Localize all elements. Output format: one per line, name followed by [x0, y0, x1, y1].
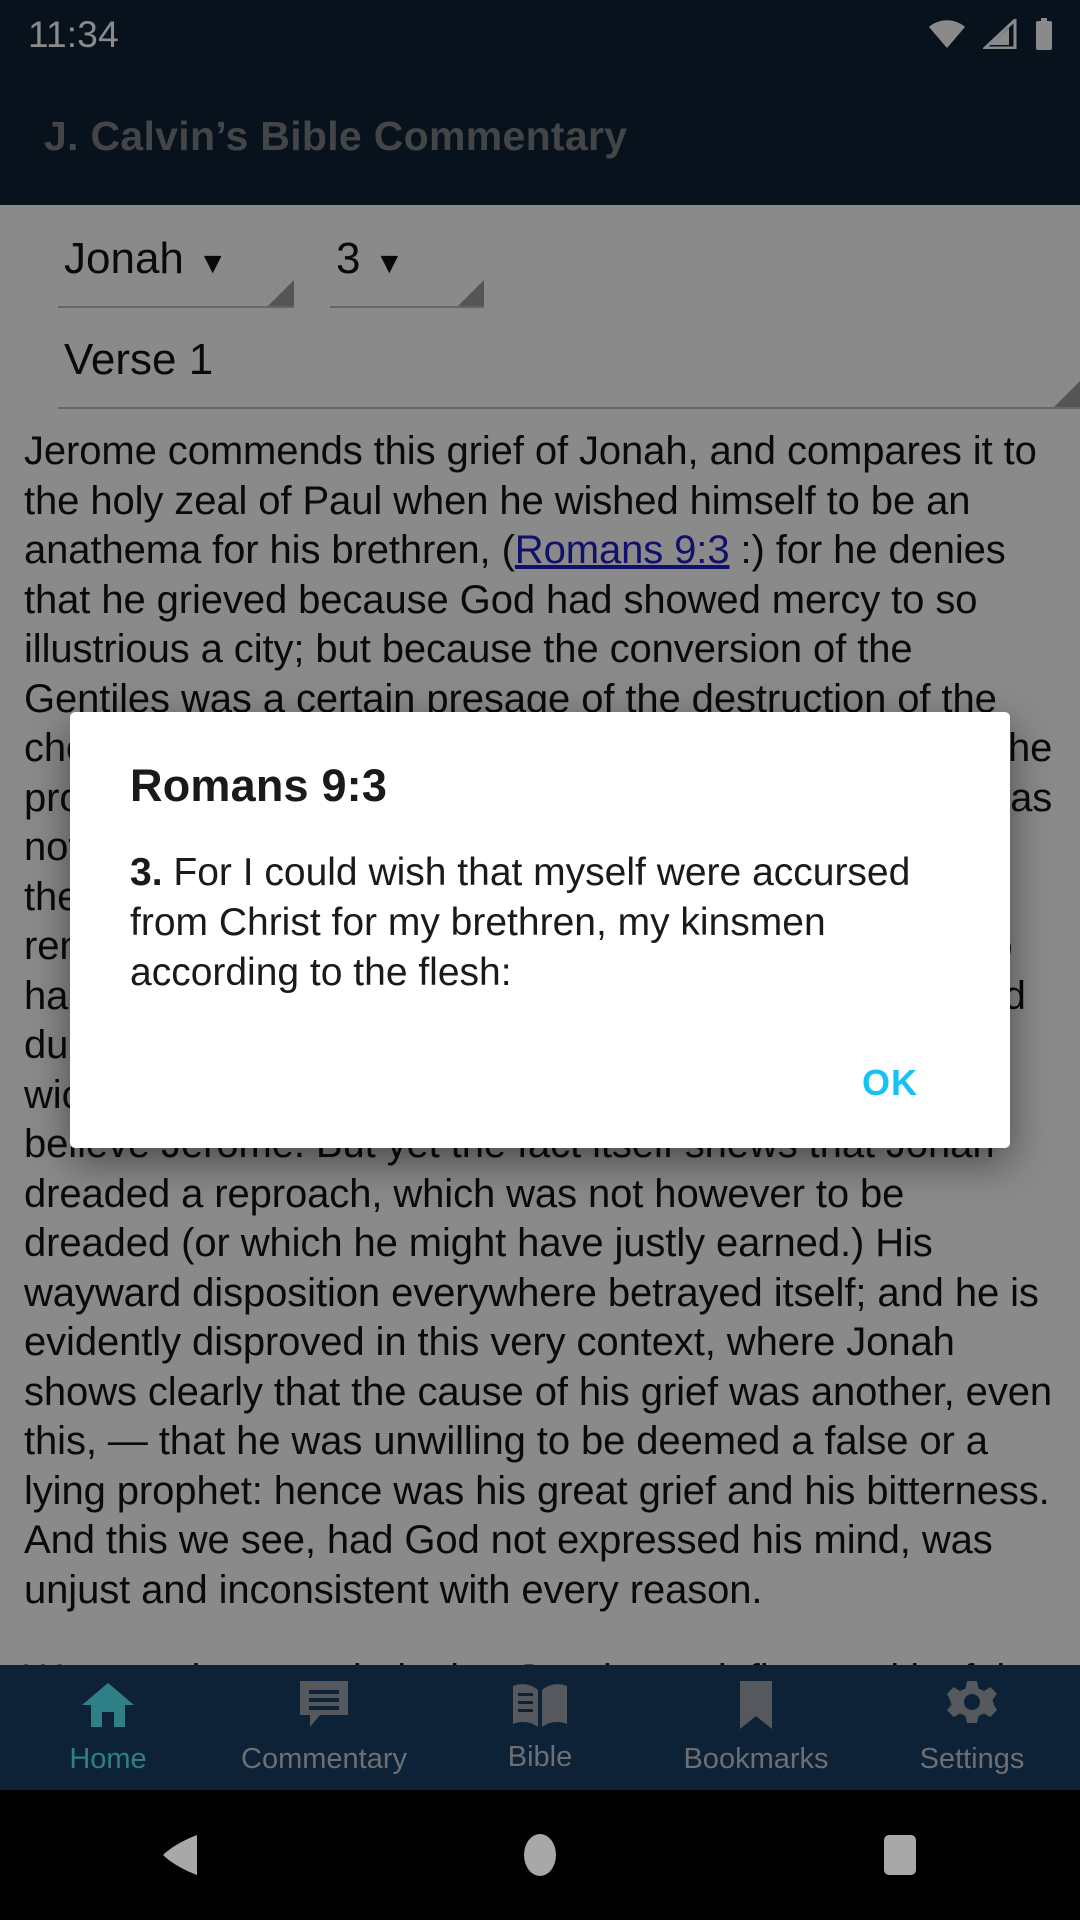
commentary-paragraph-2: We may then conclude that Jonah was infl… — [24, 1655, 1056, 1665]
back-triangle-icon — [163, 1835, 197, 1875]
nav-item-settings[interactable]: Settings — [864, 1679, 1080, 1776]
nav-label-home: Home — [69, 1743, 147, 1775]
battery-icon — [1036, 18, 1052, 50]
verse-reference-link[interactable]: Romans 9:3 — [515, 528, 730, 572]
system-back-button[interactable] — [100, 1790, 260, 1920]
status-clock: 11:34 — [28, 13, 119, 55]
book-spinner-value: Jonah — [64, 234, 184, 283]
app-bar: J. Calvin’s Bible Commentary — [0, 68, 1080, 205]
nav-label-bible: Bible — [507, 1741, 573, 1773]
status-icons — [928, 18, 1054, 50]
book-spinner[interactable]: Jonah ▼ — [58, 223, 294, 308]
verse-spinner[interactable]: Verse 1 — [58, 324, 1080, 409]
chevron-down-icon: ▼ — [374, 247, 405, 280]
chat-bubble-icon — [300, 1681, 348, 1727]
selector-row: Jonah ▼ 3 ▼ — [0, 205, 1080, 308]
gear-icon — [947, 1681, 997, 1723]
bookmark-icon — [740, 1681, 772, 1729]
dialog-title: Romans 9:3 — [130, 760, 388, 811]
system-recents-button[interactable] — [820, 1790, 980, 1920]
wifi-icon — [929, 20, 965, 48]
nav-label-bookmarks: Bookmarks — [683, 1743, 829, 1775]
dialog-action-row: OK — [130, 1044, 950, 1148]
ok-button[interactable]: OK — [840, 1044, 940, 1122]
home-circle-icon — [524, 1834, 556, 1876]
cellular-signal-icon — [983, 19, 1017, 49]
nav-item-bookmarks[interactable]: Bookmarks — [648, 1679, 864, 1776]
nav-item-commentary[interactable]: Commentary — [216, 1679, 432, 1776]
bottom-navigation-bar: Home Commentary Bible Bookmarks Settings — [0, 1665, 1080, 1790]
verse-selector-row: Verse 1 — [0, 324, 1080, 409]
status-bar: 11:34 — [0, 0, 1080, 68]
chapter-spinner-value: 3 — [336, 234, 361, 283]
home-icon — [82, 1683, 134, 1727]
android-system-nav — [0, 1790, 1080, 1920]
open-book-icon — [513, 1684, 567, 1727]
nav-label-commentary: Commentary — [241, 1743, 407, 1775]
chevron-down-icon: ▼ — [197, 247, 228, 280]
chapter-spinner[interactable]: 3 ▼ — [330, 223, 484, 308]
verse-dialog: Romans 9:3 3. For I could wish that myse… — [70, 712, 1010, 1148]
dialog-message: 3. For I could wish that myself were acc… — [130, 848, 950, 998]
system-home-button[interactable] — [460, 1790, 620, 1920]
nav-item-home[interactable]: Home — [0, 1679, 216, 1776]
recents-square-icon — [884, 1835, 916, 1875]
verse-spinner-value: Verse 1 — [64, 335, 214, 384]
phone-screen: Jonah ▼ 3 ▼ Verse 1 Jerome commends this g… — [0, 0, 1080, 1920]
nav-item-bible[interactable]: Bible — [432, 1681, 648, 1774]
dialog-verse-number: 3. — [130, 851, 163, 894]
nav-label-settings: Settings — [919, 1743, 1025, 1775]
dialog-verse-text: For I could wish that myself were accurs… — [130, 851, 911, 994]
page-title: J. Calvin’s Bible Commentary — [44, 113, 628, 159]
